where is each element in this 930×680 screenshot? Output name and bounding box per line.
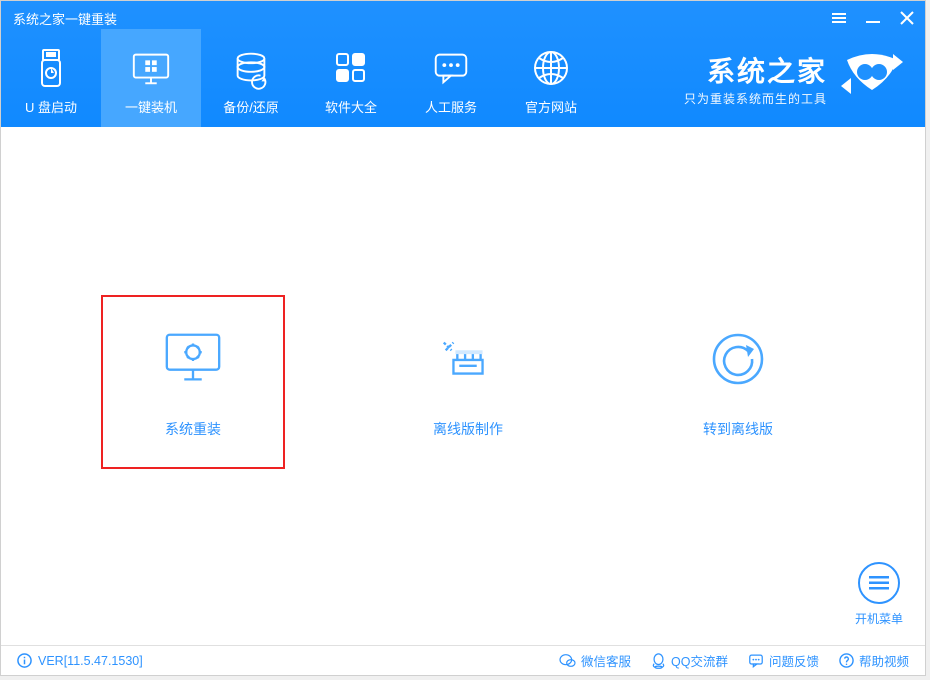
boot-menu-button[interactable]: 开机菜单 [855,562,903,627]
info-icon [17,653,32,668]
card-label: 离线版制作 [433,419,503,439]
card-label: 转到离线版 [703,419,773,439]
footer-feedback[interactable]: 问题反馈 [748,651,819,670]
main-content: 系统重装 离线版制作 [1,127,925,645]
globe-icon [530,47,572,89]
nav-usb-boot[interactable]: U 盘启动 [1,29,101,127]
monitor-icon [130,47,172,89]
apps-icon [330,47,372,89]
brand-sub: 只为重装系统而生的工具 [684,90,827,107]
card-label: 系统重装 [165,419,221,439]
backup-icon [230,47,272,89]
header: 系统之家一键重装 [1,1,925,127]
card-offline-make[interactable]: 离线版制作 [393,327,543,439]
nav-label: U 盘启动 [25,97,77,116]
feedback-icon [748,653,764,668]
footer-wechat[interactable]: 微信客服 [559,651,631,670]
brand-logo-icon [837,50,907,107]
footer: VER[11.5.47.1530] 微信客服 QQ交流群 [1,645,925,675]
boot-menu-circle [858,562,900,604]
card-row: 系统重装 离线版制作 [1,327,925,439]
menu-button[interactable] [831,10,847,26]
nav-one-click-install[interactable]: 一键装机 [101,29,201,127]
minimize-button[interactable] [865,10,881,26]
window-controls [831,10,915,26]
card-offline-switch[interactable]: 转到离线版 [663,327,813,439]
brand-title: 系统之家 [684,50,827,90]
footer-qq[interactable]: QQ交流群 [651,651,728,670]
wechat-icon [559,653,576,668]
offline-make-icon [436,327,500,391]
help-icon [839,653,854,668]
close-icon [900,11,914,25]
nav-backup-restore[interactable]: 备份/还原 [201,29,301,127]
reinstall-icon [161,327,225,391]
footer-link-label: 问题反馈 [769,651,819,670]
footer-link-label: 帮助视频 [859,651,909,670]
hamburger-icon [832,11,846,25]
nav-row: U 盘启动 一键装机 [1,29,925,127]
close-button[interactable] [899,10,915,26]
footer-links: 微信客服 QQ交流群 问题反馈 [559,651,909,670]
app-window: 系统之家一键重装 [0,0,926,676]
qq-icon [651,653,666,669]
window-title: 系统之家一键重装 [13,9,117,28]
card-system-reinstall[interactable]: 系统重装 [101,295,285,469]
nav-label: 软件大全 [325,97,377,116]
footer-link-label: QQ交流群 [671,651,728,670]
nav-label: 人工服务 [425,97,477,116]
boot-menu-label: 开机菜单 [855,610,903,627]
nav-label: 一键装机 [125,97,177,116]
chat-icon [430,47,472,89]
nav-official-site[interactable]: 官方网站 [501,29,601,127]
footer-link-label: 微信客服 [581,651,631,670]
minimize-icon [866,11,880,25]
version-link[interactable]: VER[11.5.47.1530] [17,653,143,668]
version-text: VER[11.5.47.1530] [38,654,143,668]
nav-label: 官方网站 [525,97,577,116]
footer-help[interactable]: 帮助视频 [839,651,909,670]
title-bar: 系统之家一键重装 [1,1,925,29]
hamburger-icon [869,573,889,593]
usb-icon [30,47,72,89]
nav-support[interactable]: 人工服务 [401,29,501,127]
nav-label: 备份/还原 [223,97,279,116]
offline-switch-icon [706,327,770,391]
brand: 系统之家 只为重装系统而生的工具 [684,29,925,127]
nav-software[interactable]: 软件大全 [301,29,401,127]
